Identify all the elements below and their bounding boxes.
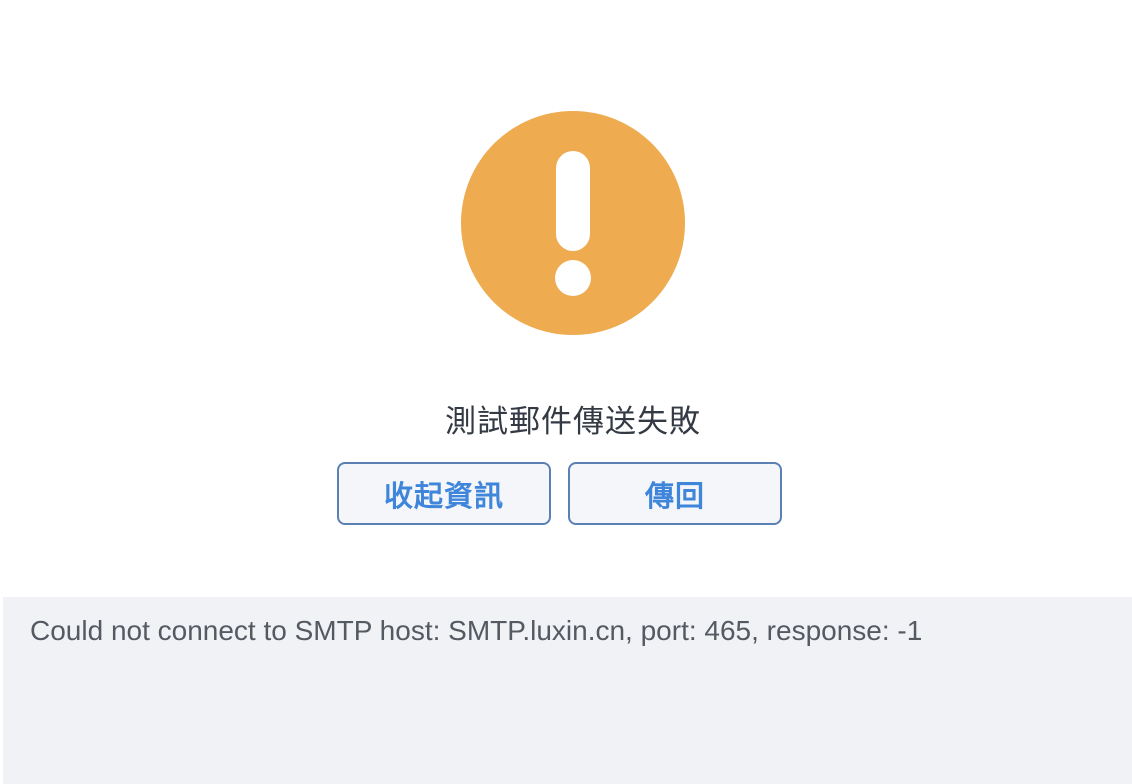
error-dialog: 測試郵件傳送失敗 收起資訊 傳回 Could not connect to SM… [0,0,1132,784]
error-detail-message: Could not connect to SMTP host: SMTP.lux… [30,615,923,646]
collapse-info-button[interactable]: 收起資訊 [337,462,551,525]
error-detail-panel: Could not connect to SMTP host: SMTP.lux… [3,597,1132,784]
back-button[interactable]: 傳回 [568,462,782,525]
warning-exclamation-icon [461,111,685,335]
error-title: 測試郵件傳送失敗 [445,404,701,440]
